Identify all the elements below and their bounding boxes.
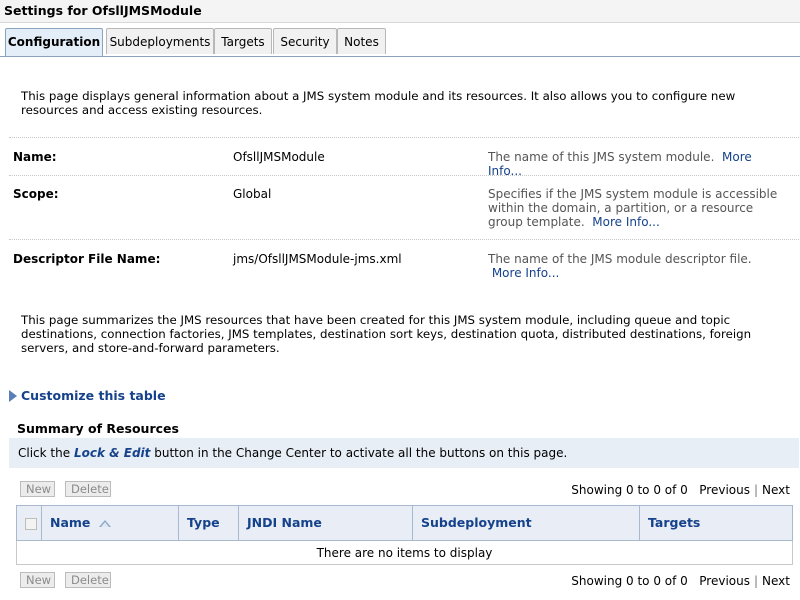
descriptor-help-text: The name of the JMS module descriptor fi… [488,252,752,266]
page-title: Settings for OfsllJMSModule [0,0,800,23]
column-name[interactable]: Name [42,506,179,540]
sort-ascending-icon [98,519,111,527]
delete-button[interactable]: Delete [65,481,111,497]
tab-security[interactable]: Security [273,28,337,54]
descriptor-help: The name of the JMS module descriptor fi… [488,252,788,280]
pager-separator: | [753,483,759,497]
column-jndi-name[interactable]: JNDI Name [239,506,413,540]
tab-targets[interactable]: Targets [214,28,272,54]
scope-help: Specifies if the JMS system module is ac… [488,187,788,229]
select-all-checkbox[interactable] [25,518,37,530]
tab-divider [0,56,800,57]
column-subdeployment[interactable]: Subdeployment [413,506,640,540]
name-value: OfsllJMSModule [233,150,325,164]
column-name-label: Name [50,515,91,530]
customize-table-link[interactable]: Customize this table [9,388,166,403]
summary-text: This page summarizes the JMS resources t… [21,313,752,355]
column-targets[interactable]: Targets [640,506,792,540]
tab-notes[interactable]: Notes [337,28,386,54]
tab-subdeployments[interactable]: Subdeployments [106,28,214,54]
lock-pre-text: Click the [18,446,71,460]
intro-text: This page displays general information a… [21,89,736,117]
customize-label: Customize this table [21,388,166,403]
lock-post-text: button in the Change Center to activate … [154,446,568,460]
row-divider [9,239,799,240]
new-button[interactable]: New [20,481,55,497]
new-button-bottom[interactable]: New [20,572,55,588]
empty-table-row: There are no items to display [16,541,793,565]
descriptor-label: Descriptor File Name: [13,252,161,266]
pager-separator: | [753,574,759,588]
scope-value: Global [233,187,272,201]
select-all-column [17,506,42,540]
tab-configuration[interactable]: Configuration [5,28,103,56]
scope-more-info-link[interactable]: More Info... [592,215,660,229]
pager-previous[interactable]: Previous [699,483,750,497]
row-divider [9,137,799,138]
name-help: The name of this JMS system module. More… [488,150,788,178]
pager-previous[interactable]: Previous [699,574,750,588]
summary-title: Summary of Resources [17,421,179,436]
pager-showing: Showing 0 to 0 of 0 [571,483,688,497]
descriptor-value: jms/OfsllJMSModule-jms.xml [233,252,402,266]
scope-label: Scope: [13,187,59,201]
row-divider [9,175,799,176]
pager-showing: Showing 0 to 0 of 0 [571,574,688,588]
lock-edit-text: Lock & Edit [73,446,151,460]
column-type[interactable]: Type [179,506,239,540]
pager-top: Showing 0 to 0 of 0 Previous | Next [571,483,790,497]
name-help-text: The name of this JMS system module. [488,150,715,164]
table-header: Name Type JNDI Name Subdeployment Target… [16,505,793,541]
pager-next[interactable]: Next [762,574,790,588]
expand-arrow-icon [9,390,17,402]
name-label: Name: [13,150,57,164]
pager-bottom: Showing 0 to 0 of 0 Previous | Next [571,574,790,588]
delete-button-bottom[interactable]: Delete [65,572,111,588]
lock-edit-message: Click the Lock & Edit button in the Chan… [9,438,799,468]
pager-next[interactable]: Next [762,483,790,497]
descriptor-more-info-link[interactable]: More Info... [492,266,560,280]
